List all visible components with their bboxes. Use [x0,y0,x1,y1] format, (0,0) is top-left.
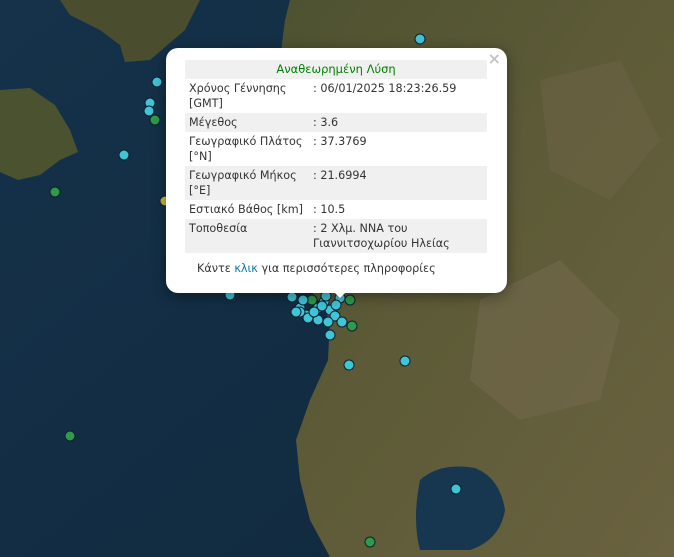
more-info-link[interactable]: κλικ [234,262,258,275]
earthquake-marker[interactable] [336,316,348,328]
info-title-row: Αναθεωρημένη Λύση [185,60,487,79]
value-depth: : 10.5 [313,203,346,216]
earthquake-marker[interactable] [450,483,462,495]
earthquake-marker[interactable] [49,186,61,198]
value-time: : 06/01/2025 18:23:26.59 [313,82,457,95]
earthquake-info-table: Αναθεωρημένη Λύση Χρόνος Γέννησης [GMT] … [185,60,487,253]
value-latitude: : 37.3769 [313,135,367,148]
value-magnitude: : 3.6 [309,113,487,132]
earthquake-marker[interactable] [64,430,76,442]
label-latitude: Γεωγραφικό Πλάτος [°N] [189,135,303,163]
info-row-magnitude: Μέγεθος : 3.6 [185,113,487,132]
label-time: Χρόνος Γέννησης [GMT] [189,82,287,110]
close-icon[interactable]: × [488,51,501,67]
more-info-text: Κάντε κλικ για περισσότερες πληροφορίες [197,262,436,275]
earthquake-marker[interactable] [290,306,302,318]
earthquake-marker[interactable] [297,294,309,306]
label-longitude: Γεωγραφικό Μήκος [°E] [185,166,309,200]
info-row-longitude: Γεωγραφικό Μήκος [°E] : 21.6994 [185,166,487,200]
info-row-location: Τοποθεσία : 2 Χλμ. ΝΝΑ του Γιαννιτσοχωρί… [185,219,487,253]
popup-tip [330,288,350,298]
earthquake-marker[interactable] [316,300,328,312]
label-magnitude: Μέγεθος [185,113,309,132]
earthquake-marker[interactable] [414,33,426,45]
earthquake-marker[interactable] [143,105,155,117]
earthquake-marker[interactable] [149,114,161,126]
earthquake-marker[interactable] [346,320,358,332]
more-info-prefix: Κάντε [197,262,235,275]
info-row-depth: Εστιακό Βάθος [km] : 10.5 [185,200,487,219]
earthquake-marker[interactable] [151,76,163,88]
earthquake-popup: × Αναθεωρημένη Λύση Χρόνος Γέννησης [GMT… [166,48,507,293]
earthquake-marker[interactable] [399,355,411,367]
info-row-latitude: Γεωγραφικό Πλάτος [°N] : 37.3769 [185,132,487,166]
earthquake-marker[interactable] [324,329,336,341]
label-depth: Εστιακό Βάθος [km] [189,203,304,216]
value-longitude: : 21.6994 [309,166,487,200]
earthquake-marker[interactable] [330,299,342,311]
solution-title: Αναθεωρημένη Λύση [185,60,487,79]
info-row-time: Χρόνος Γέννησης [GMT] : 06/01/2025 18:23… [185,79,487,113]
value-location: : 2 Χλμ. ΝΝΑ του Γιαννιτσοχωρίου Ηλείας [309,219,487,253]
earthquake-marker[interactable] [286,291,298,303]
earthquake-marker[interactable] [364,536,376,548]
earthquake-marker[interactable] [343,359,355,371]
earthquake-marker[interactable] [118,149,130,161]
label-location: Τοποθεσία [185,219,309,253]
earthquake-marker[interactable] [322,316,334,328]
more-info-suffix: για περισσότερες πληροφορίες [257,262,436,275]
